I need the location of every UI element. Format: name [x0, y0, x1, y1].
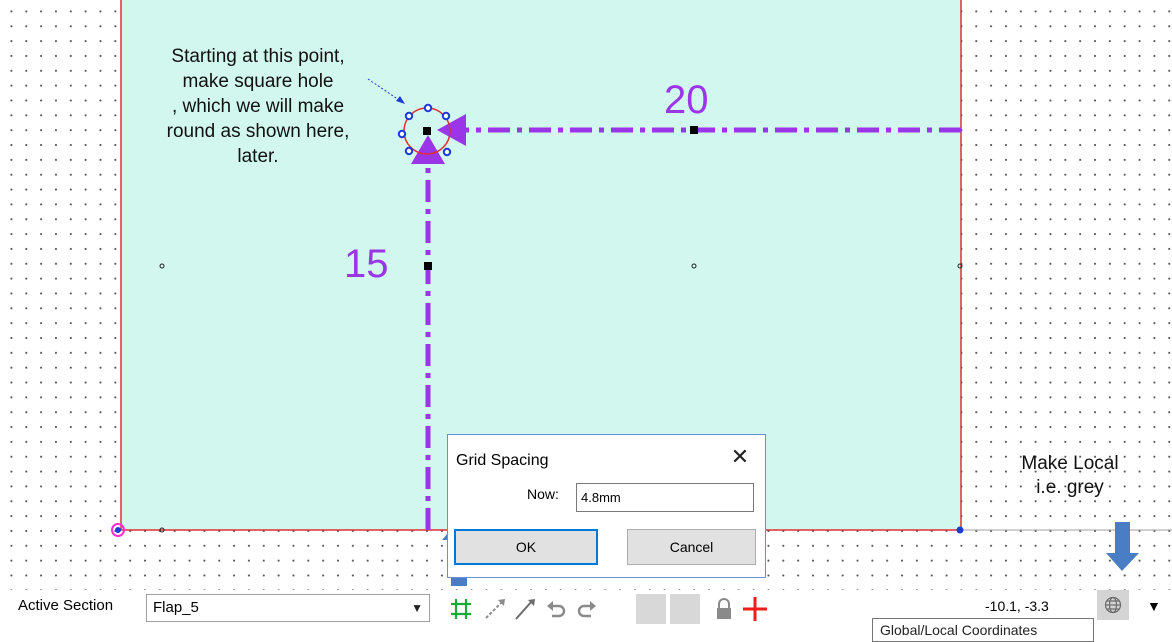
grid-spacing-dialog: Grid Spacing ✕ Now: OK Cancel	[447, 434, 766, 578]
hole-vertex[interactable]	[397, 129, 407, 139]
draw-line-icon[interactable]	[510, 594, 540, 624]
side-note-text: Make Local i.e. grey	[1021, 453, 1119, 498]
hole-vertex[interactable]	[404, 111, 414, 121]
hole-vertex[interactable]	[441, 111, 451, 121]
snap-line-icon[interactable]	[480, 594, 510, 624]
midpoint-marker	[424, 262, 432, 270]
drawing-canvas[interactable]: Starting at this point, make square hole…	[0, 0, 1172, 590]
hole-vertex[interactable]	[442, 147, 452, 157]
dimension-label-vertical: 15	[344, 242, 389, 286]
annotation-text: Starting at this point, make square hole…	[166, 46, 350, 167]
tooltip: Global/Local Coordinates	[872, 618, 1094, 642]
origin-dot	[115, 527, 121, 533]
ok-button[interactable]: OK	[454, 529, 598, 565]
hole-vertex[interactable]	[423, 103, 433, 113]
global-local-toggle[interactable]	[1097, 590, 1129, 620]
globe-icon	[1104, 596, 1122, 614]
origin-icon[interactable]	[740, 594, 770, 624]
blank-tool-icon[interactable]	[636, 594, 666, 624]
active-section-value: Flap_5	[153, 599, 199, 616]
midpoint-marker	[690, 126, 698, 134]
active-section-select[interactable]: Flap_5 ▼	[146, 594, 430, 622]
undo-icon[interactable]	[541, 594, 571, 624]
chevron-down-icon[interactable]: ▼	[411, 596, 423, 620]
hole-center	[423, 127, 431, 135]
hole-vertex[interactable]	[404, 146, 414, 156]
grid-icon[interactable]	[446, 594, 476, 624]
blank-tool-icon[interactable]	[670, 594, 700, 624]
lock-icon[interactable]	[709, 594, 739, 624]
corner-vertex[interactable]	[956, 526, 964, 534]
toolbar-overflow-icon[interactable]: ▼	[1147, 598, 1161, 614]
cancel-button[interactable]: Cancel	[627, 529, 756, 565]
grid-spacing-input[interactable]	[576, 483, 754, 512]
bottom-toolbar: Active Section Flap_5 ▼ -10.1, -3.3 ▼ Gl…	[0, 590, 1172, 642]
dialog-title: Grid Spacing	[456, 452, 549, 469]
close-icon[interactable]: ✕	[728, 445, 752, 469]
active-section-label: Active Section	[18, 597, 114, 614]
callout-arrow-globe	[1106, 522, 1139, 571]
dimension-label-horizontal: 20	[664, 78, 709, 122]
redo-icon[interactable]	[572, 594, 602, 624]
now-label: Now:	[527, 486, 559, 502]
coordinates-readout: -10.1, -3.3	[985, 598, 1049, 614]
